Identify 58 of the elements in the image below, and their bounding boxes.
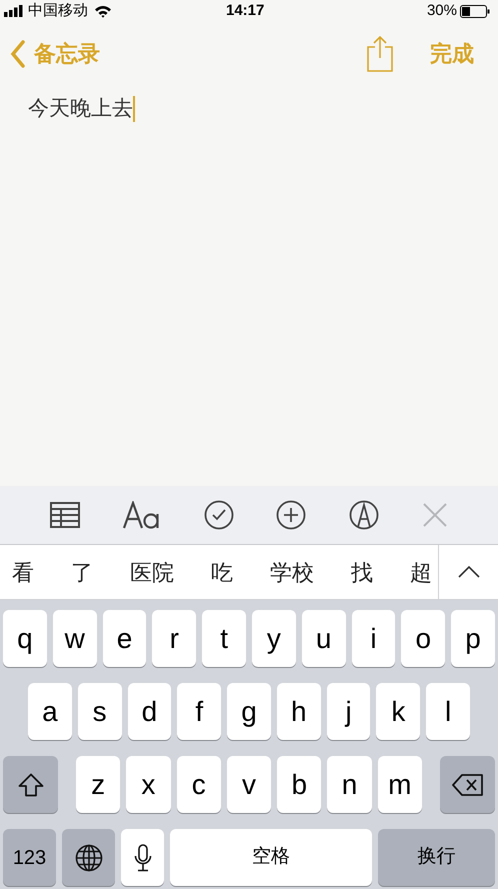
candidate-word[interactable]: 了	[71, 556, 93, 588]
candidate-word[interactable]: 超	[410, 556, 432, 588]
shift-key[interactable]	[3, 756, 58, 813]
letter-key[interactable]: n	[327, 756, 372, 813]
letter-key[interactable]: y	[252, 610, 296, 667]
letter-key[interactable]: r	[152, 610, 196, 667]
delete-icon	[452, 774, 484, 796]
letter-key[interactable]: l	[426, 683, 470, 740]
text-cursor	[133, 96, 135, 122]
letter-key[interactable]: w	[52, 610, 97, 667]
candidate-word[interactable]: 医院	[130, 556, 174, 588]
chevron-up-icon	[458, 566, 480, 578]
letter-key[interactable]: u	[302, 610, 346, 667]
letter-key[interactable]: f	[177, 683, 222, 740]
text-format-icon[interactable]	[122, 501, 161, 529]
wifi-icon	[94, 4, 112, 18]
battery-percent: 30%	[426, 0, 457, 21]
letter-key[interactable]: q	[3, 610, 47, 667]
letter-key[interactable]: j	[326, 683, 370, 740]
carrier-name: 中国移动	[28, 0, 88, 21]
letter-key[interactable]: v	[226, 756, 272, 813]
letter-key[interactable]: a	[28, 683, 72, 740]
table-icon[interactable]	[50, 502, 80, 528]
clock-time: 14:17	[226, 0, 264, 21]
candidate-word[interactable]: 学校	[270, 556, 314, 588]
plus-circle-icon[interactable]	[276, 500, 306, 530]
checkmark-circle-icon[interactable]	[204, 500, 234, 530]
shift-icon	[18, 772, 44, 796]
candidate-word[interactable]: 看	[12, 556, 34, 588]
letter-key[interactable]: t	[202, 610, 246, 667]
letter-key[interactable]: s	[78, 683, 122, 740]
numbers-key[interactable]: 123	[3, 829, 56, 886]
letter-key[interactable]: d	[128, 683, 172, 740]
letter-key[interactable]: c	[176, 756, 221, 813]
microphone-icon	[134, 844, 152, 872]
globe-icon	[74, 844, 102, 872]
letter-key[interactable]: x	[126, 756, 171, 813]
candidate-word[interactable]: 吃	[211, 556, 233, 588]
pen-circle-icon[interactable]	[349, 500, 380, 530]
globe-key[interactable]	[62, 829, 115, 886]
letter-key[interactable]: g	[227, 683, 271, 740]
chevron-left-icon	[10, 40, 26, 68]
letter-key[interactable]: z	[76, 756, 120, 813]
microphone-key[interactable]	[121, 829, 164, 886]
note-text[interactable]: 今天晚上去	[28, 93, 133, 124]
letter-key[interactable]: m	[378, 756, 422, 813]
return-key[interactable]: 换行	[378, 829, 495, 886]
space-key[interactable]: 空格	[170, 829, 372, 886]
letter-key[interactable]: k	[376, 683, 420, 740]
candidate-word[interactable]: 找	[351, 556, 373, 588]
battery-icon	[460, 4, 490, 18]
letter-key[interactable]: o	[401, 610, 446, 667]
letter-key[interactable]: i	[352, 610, 396, 667]
letter-key[interactable]: p	[451, 610, 495, 667]
letter-key[interactable]: b	[277, 756, 322, 813]
letter-key[interactable]: h	[276, 683, 321, 740]
letter-key[interactable]: e	[102, 610, 146, 667]
delete-key[interactable]	[440, 756, 495, 813]
